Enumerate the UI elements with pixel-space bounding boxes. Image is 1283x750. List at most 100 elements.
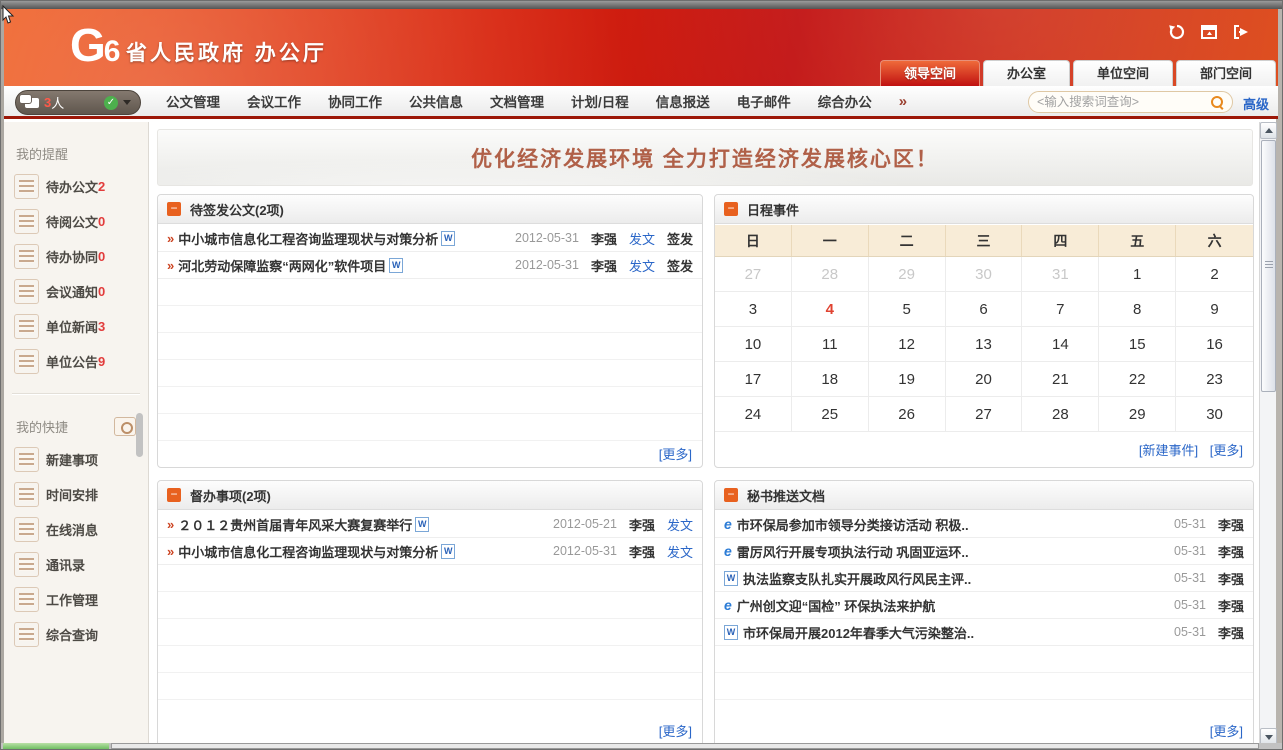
item-title[interactable]: 雷厉风行开展专项执法行动 巩固亚运环.. bbox=[737, 542, 969, 561]
calendar-day[interactable]: 24 bbox=[715, 397, 792, 432]
sidebar-reminder-item[interactable]: 会议通知0 bbox=[4, 274, 148, 309]
calendar-day[interactable]: 23 bbox=[1176, 362, 1253, 397]
calendar-day[interactable]: 16 bbox=[1176, 327, 1253, 362]
item-title[interactable]: 广州创文迎“国检” 环保执法来护航 bbox=[737, 596, 936, 615]
calendar-day[interactable]: 5 bbox=[869, 292, 946, 327]
nav-item[interactable]: 文档管理 bbox=[490, 91, 544, 111]
more-link[interactable]: [更多] bbox=[1210, 724, 1243, 739]
refresh-icon[interactable] bbox=[1168, 23, 1186, 41]
calendar-day[interactable]: 21 bbox=[1022, 362, 1099, 397]
nav-overflow-icon[interactable]: » bbox=[899, 93, 907, 110]
calendar-day[interactable]: 8 bbox=[1099, 292, 1176, 327]
space-tab[interactable]: 部门空间 bbox=[1176, 60, 1276, 86]
item-title[interactable]: 河北劳动保障监察“两网化”软件项目 bbox=[178, 256, 386, 275]
calendar-day[interactable]: 6 bbox=[946, 292, 1023, 327]
collapse-icon[interactable] bbox=[167, 488, 181, 502]
calendar-day[interactable]: 18 bbox=[792, 362, 869, 397]
calendar-day[interactable]: 10 bbox=[715, 327, 792, 362]
collapse-icon[interactable] bbox=[167, 202, 181, 216]
advanced-search-link[interactable]: 高级 bbox=[1243, 94, 1269, 113]
chevron-down-icon[interactable] bbox=[123, 100, 131, 105]
calendar-day[interactable]: 29 bbox=[869, 257, 946, 292]
calendar-day[interactable]: 17 bbox=[715, 362, 792, 397]
calendar-day[interactable]: 7 bbox=[1022, 292, 1099, 327]
item-title[interactable]: 市环保局开展2012年春季大气污染整治.. bbox=[743, 623, 974, 642]
calendar-day[interactable]: 19 bbox=[869, 362, 946, 397]
sidebar-shortcut-item[interactable]: 工作管理 bbox=[4, 582, 148, 617]
calendar-day[interactable]: 27 bbox=[946, 397, 1023, 432]
sidebar-shortcut-item[interactable]: 时间安排 bbox=[4, 477, 148, 512]
main-navbar: 3 人 ✓ 公文管理 会议工作 协同工作 公共信息 文档管理 计划/日程 信息报送 电子邮件 综… bbox=[4, 86, 1278, 119]
logout-icon[interactable] bbox=[1232, 23, 1250, 41]
calendar-day[interactable]: 11 bbox=[792, 327, 869, 362]
calendar-day[interactable]: 22 bbox=[1099, 362, 1176, 397]
search-icon[interactable] bbox=[1211, 96, 1224, 109]
item-title[interactable]: 市环保局参加市领导分类接访活动 积极.. bbox=[737, 515, 969, 534]
sidebar-shortcut-item[interactable]: 在线消息 bbox=[4, 512, 148, 547]
sidebar-shortcut-item[interactable]: 综合查询 bbox=[4, 617, 148, 652]
calendar-day[interactable]: 31 bbox=[1022, 257, 1099, 292]
calendar-day[interactable]: 28 bbox=[1022, 397, 1099, 432]
list-item: e广州创文迎“国检” 环保执法来护航05-31李强 bbox=[715, 592, 1253, 619]
nav-item[interactable]: 电子邮件 bbox=[737, 91, 791, 111]
shortcuts-settings-icon[interactable] bbox=[114, 417, 136, 436]
nav-item[interactable]: 会议工作 bbox=[247, 91, 301, 111]
space-tab[interactable]: 单位空间 bbox=[1073, 60, 1173, 86]
nav-item[interactable]: 信息报送 bbox=[656, 91, 710, 111]
calendar-day[interactable]: 26 bbox=[869, 397, 946, 432]
space-tab[interactable]: 领导空间 bbox=[880, 60, 980, 86]
collapse-icon[interactable] bbox=[724, 202, 738, 216]
collapse-icon[interactable] bbox=[724, 488, 738, 502]
nav-item[interactable]: 计划/日程 bbox=[571, 91, 629, 111]
calendar-day[interactable]: 12 bbox=[869, 327, 946, 362]
online-users-widget[interactable]: 3 人 ✓ bbox=[15, 90, 141, 115]
sidebar-reminder-item[interactable]: 待办公文2 bbox=[4, 169, 148, 204]
calendar-day[interactable]: 27 bbox=[715, 257, 792, 292]
calendar-day[interactable]: 20 bbox=[946, 362, 1023, 397]
calendar-day[interactable]: 30 bbox=[1176, 397, 1253, 432]
send-doc-link[interactable]: 发文 bbox=[629, 256, 655, 275]
send-doc-link[interactable]: 发文 bbox=[629, 229, 655, 248]
new-event-link[interactable]: [新建事件] bbox=[1139, 443, 1198, 458]
sidebar-reminder-item[interactable]: 待办协同0 bbox=[4, 239, 148, 274]
nav-item[interactable]: 公共信息 bbox=[409, 91, 463, 111]
calendar-day[interactable]: 13 bbox=[946, 327, 1023, 362]
calendar-day[interactable]: 28 bbox=[792, 257, 869, 292]
sidebar-reminder-item[interactable]: 单位公告9 bbox=[4, 344, 148, 379]
horizontal-scrollbar-thumb[interactable] bbox=[111, 743, 1259, 749]
search-box bbox=[1028, 91, 1233, 113]
sidebar-shortcut-item[interactable]: 新建事项 bbox=[4, 442, 148, 477]
calendar-day[interactable]: 30 bbox=[946, 257, 1023, 292]
item-title[interactable]: ２０１２贵州首届青年风采大赛复赛举行 bbox=[178, 515, 412, 534]
more-link[interactable]: [更多] bbox=[659, 447, 692, 462]
scroll-up-button[interactable] bbox=[1260, 122, 1277, 139]
web-doc-icon: e bbox=[724, 598, 732, 612]
send-doc-link[interactable]: 发文 bbox=[667, 515, 693, 534]
window-icon[interactable] bbox=[1200, 23, 1218, 41]
item-title[interactable]: 中小城市信息化工程咨询监理现状与对策分析 bbox=[178, 229, 438, 248]
calendar-day[interactable]: 15 bbox=[1099, 327, 1176, 362]
calendar-day[interactable]: 9 bbox=[1176, 292, 1253, 327]
more-link[interactable]: [更多] bbox=[1210, 443, 1243, 458]
calendar-day[interactable]: 3 bbox=[715, 292, 792, 327]
nav-item[interactable]: 协同工作 bbox=[328, 91, 382, 111]
search-input[interactable] bbox=[1037, 95, 1211, 109]
nav-item[interactable]: 综合办公 bbox=[818, 91, 872, 111]
sidebar-shortcut-item[interactable]: 通讯录 bbox=[4, 547, 148, 582]
calendar-day[interactable]: 2 bbox=[1176, 257, 1253, 292]
calendar-day[interactable]: 29 bbox=[1099, 397, 1176, 432]
item-title[interactable]: 中小城市信息化工程咨询监理现状与对策分析 bbox=[178, 542, 438, 561]
send-doc-link[interactable]: 发文 bbox=[667, 542, 693, 561]
calendar-day[interactable]: 14 bbox=[1022, 327, 1099, 362]
item-title[interactable]: 执法监察支队扎实开展政风行风民主评.. bbox=[743, 569, 971, 588]
calendar-day[interactable]: 25 bbox=[792, 397, 869, 432]
sidebar-reminder-item[interactable]: 待阅公文0 bbox=[4, 204, 148, 239]
calendar-day[interactable]: 1 bbox=[1099, 257, 1176, 292]
space-tab[interactable]: 办公室 bbox=[983, 60, 1070, 86]
nav-item[interactable]: 公文管理 bbox=[166, 91, 220, 111]
more-link[interactable]: [更多] bbox=[659, 724, 692, 739]
sidebar-scrollbar-thumb[interactable] bbox=[136, 413, 143, 457]
sidebar-reminder-item[interactable]: 单位新闻3 bbox=[4, 309, 148, 344]
vertical-scrollbar-thumb[interactable] bbox=[1261, 140, 1276, 392]
calendar-day-today[interactable]: 4 bbox=[792, 292, 869, 327]
